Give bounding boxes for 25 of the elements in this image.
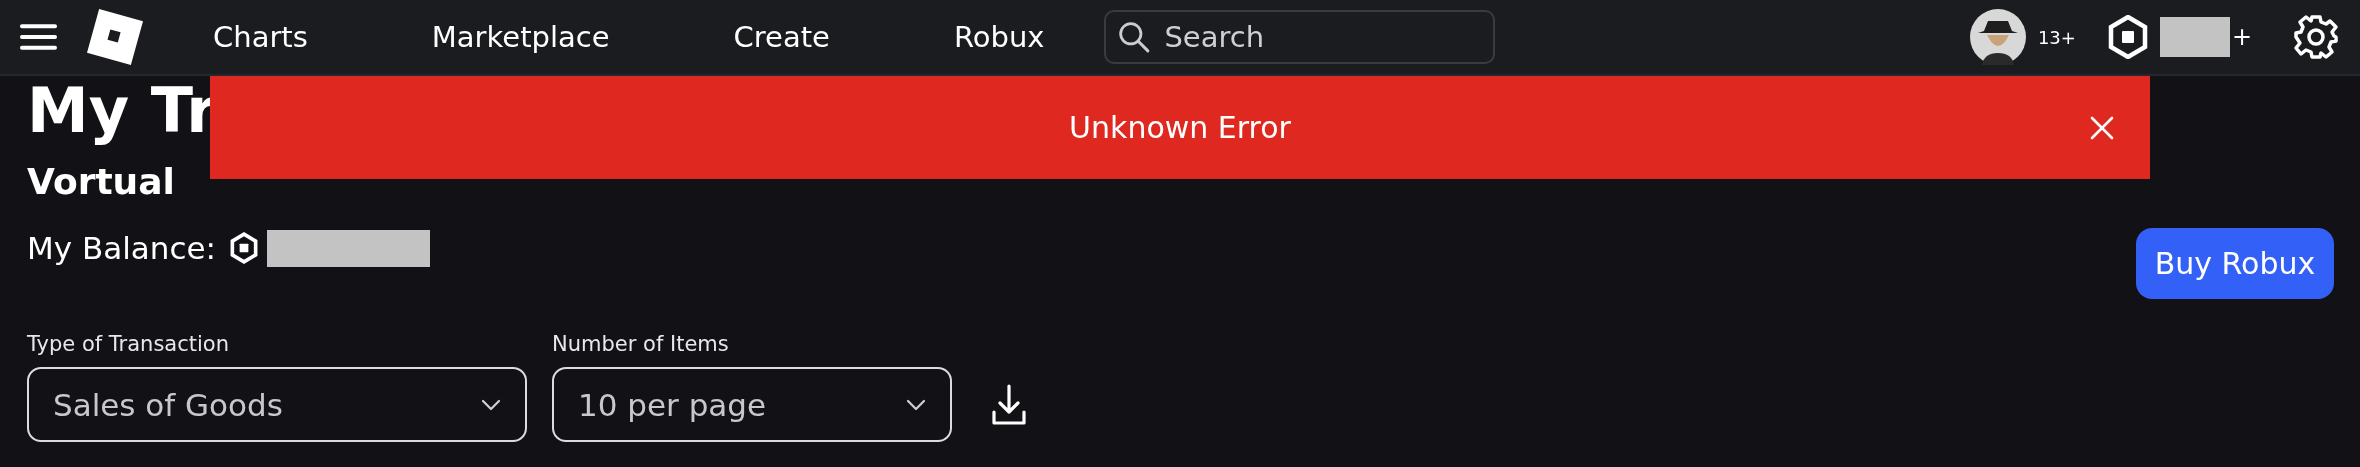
search-field[interactable]: Search	[1104, 10, 1496, 64]
logo-icon[interactable]	[87, 9, 143, 65]
redacted-block	[2159, 17, 2230, 57]
menu-icon[interactable]	[20, 23, 57, 51]
dropdown[interactable]: 10 per page	[552, 367, 952, 442]
nav-link[interactable]: Marketplace	[431, 20, 610, 54]
chevron-down-icon	[481, 398, 501, 411]
nav-link[interactable]: Create	[733, 20, 830, 54]
avatar-icon[interactable]	[1969, 9, 2026, 65]
balance-label: My Balance:	[27, 230, 217, 266]
filter-label: Number of Items	[552, 331, 730, 358]
settings-icon[interactable]	[2292, 13, 2340, 61]
nav-link[interactable]: Charts	[213, 20, 308, 54]
error-message: Unknown Error	[1069, 110, 1291, 145]
nav-link[interactable]: Robux	[953, 20, 1045, 54]
filter-label: Type of Transaction	[27, 331, 230, 358]
close-icon[interactable]	[2090, 116, 2114, 140]
username: Vortual	[27, 160, 176, 204]
buy-robux-button[interactable]: Buy Robux	[2136, 228, 2334, 299]
page-title: My Tr	[27, 76, 217, 146]
chevron-down-icon	[906, 398, 926, 411]
download-icon[interactable]	[992, 384, 1026, 426]
dropdown[interactable]: Sales of Goods	[27, 367, 527, 442]
age-label: 13+	[2037, 26, 2076, 48]
plus-sign[interactable]: +	[2231, 23, 2252, 51]
